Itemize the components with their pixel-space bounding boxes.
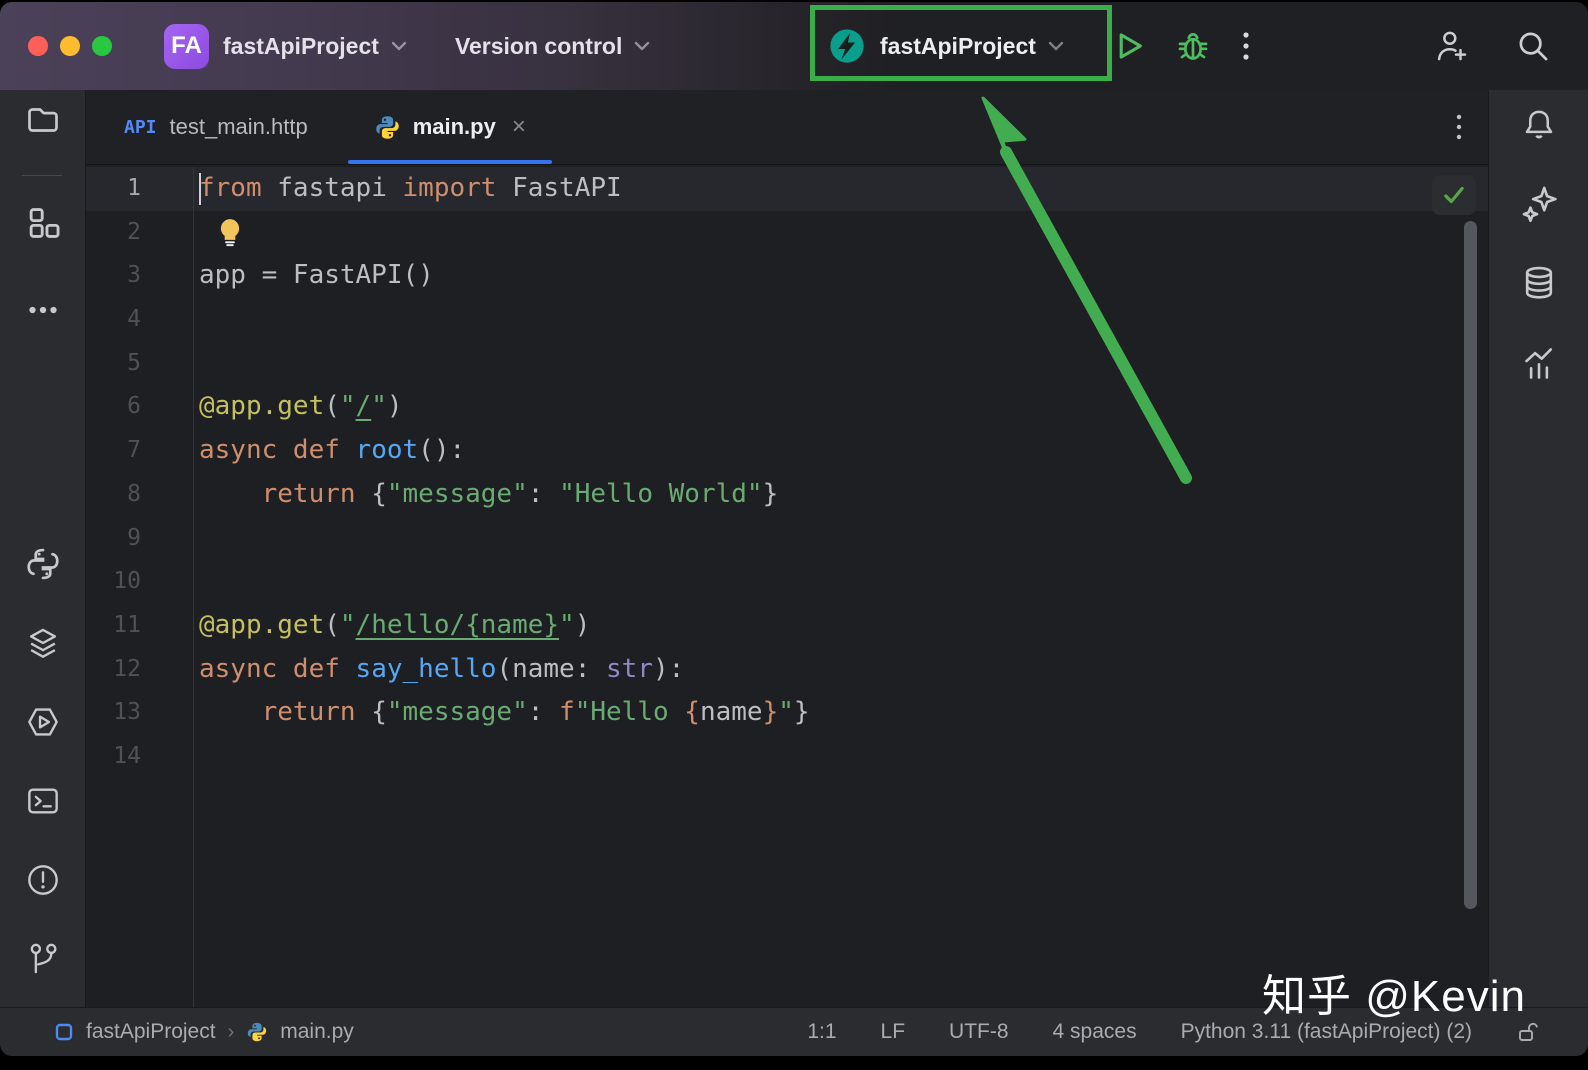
line-number: 10 xyxy=(86,560,141,604)
python-file-icon xyxy=(374,114,401,141)
editor-tab-bar: API test_main.http main.py × xyxy=(86,90,1488,165)
traffic-lights xyxy=(28,36,112,56)
line-number: 8 xyxy=(86,473,141,517)
code-line: app = FastAPI() xyxy=(199,254,1488,298)
line-number: 3 xyxy=(86,254,141,298)
left-tool-window-bar xyxy=(0,90,86,1008)
code-line: return {"message": "Hello World"} xyxy=(199,473,1488,517)
git-branch-icon[interactable] xyxy=(0,940,85,978)
problems-icon[interactable] xyxy=(0,861,85,899)
run-configuration-selector[interactable]: fastApiProject xyxy=(828,2,1066,90)
code-line: async def say_hello(name: str): xyxy=(199,648,1488,692)
zoom-window-button[interactable] xyxy=(92,36,112,56)
line-number: 12 xyxy=(86,648,141,692)
services-icon[interactable] xyxy=(0,703,85,741)
breadcrumb: fastApiProject › main.py xyxy=(54,1020,354,1044)
tab-options-kebab-icon[interactable] xyxy=(1454,90,1464,164)
intention-lightbulb-icon[interactable] xyxy=(199,211,243,255)
python-file-icon xyxy=(246,1021,268,1043)
code-area: from fastapi import FastAPI app = FastAP… xyxy=(194,167,1488,1008)
debug-button[interactable] xyxy=(1176,29,1210,63)
more-actions-kebab-icon[interactable] xyxy=(1240,28,1252,64)
terminal-icon[interactable] xyxy=(0,782,85,820)
editor-scrollbar[interactable] xyxy=(1464,221,1477,909)
toolbar-divider xyxy=(22,175,62,176)
code-line xyxy=(199,735,1488,779)
line-number: 2 xyxy=(86,211,141,255)
code-editor[interactable]: 1234567891011121314 from fastapi import … xyxy=(86,165,1488,1008)
line-number: 5 xyxy=(86,342,141,386)
breadcrumb-file[interactable]: main.py xyxy=(280,1020,354,1044)
line-number: 6 xyxy=(86,385,141,429)
title-bar: FA fastApiProject Version control fastAp… xyxy=(0,2,1588,90)
right-tool-window-bar xyxy=(1488,90,1588,1008)
code-line xyxy=(199,211,1488,255)
encoding-widget[interactable]: UTF-8 xyxy=(949,1020,1009,1044)
code-line xyxy=(199,342,1488,386)
project-folder-icon[interactable] xyxy=(0,102,85,138)
breadcrumb-project[interactable]: fastApiProject xyxy=(86,1020,216,1044)
fastapi-logo-icon xyxy=(828,27,866,65)
caret-position-widget[interactable]: 1:1 xyxy=(807,1020,836,1044)
editor-gutter: 1234567891011121314 xyxy=(86,167,194,1008)
ai-assistant-sparkles-icon[interactable] xyxy=(1489,182,1588,224)
chevron-down-icon xyxy=(389,39,409,53)
structure-icon[interactable] xyxy=(0,204,85,242)
code-line: return {"message": f"Hello {name}"} xyxy=(199,691,1488,735)
endpoints-chart-icon[interactable] xyxy=(1489,342,1588,384)
line-number: 4 xyxy=(86,298,141,342)
project-icon xyxy=(54,1022,74,1042)
code-line: from fastapi import FastAPI xyxy=(199,167,1488,211)
chevron-down-icon xyxy=(1046,39,1066,53)
line-number: 14 xyxy=(86,735,141,779)
more-tool-windows-icon[interactable] xyxy=(0,292,85,328)
line-number: 7 xyxy=(86,429,141,473)
notifications-bell-icon[interactable] xyxy=(1489,105,1588,145)
inspections-widget[interactable] xyxy=(1432,175,1476,215)
chevron-down-icon xyxy=(632,39,652,53)
project-badge[interactable]: FA xyxy=(164,24,209,69)
code-line: @app.get("/hello/{name}") xyxy=(199,604,1488,648)
search-everywhere-icon[interactable] xyxy=(1514,27,1552,65)
run-config-name: fastApiProject xyxy=(880,33,1036,60)
breadcrumb-separator: › xyxy=(228,1021,235,1044)
line-number: 11 xyxy=(86,604,141,648)
line-number: 1 xyxy=(86,167,141,211)
code-line: async def root(): xyxy=(199,429,1488,473)
code-line xyxy=(199,298,1488,342)
minimize-window-button[interactable] xyxy=(60,36,80,56)
code-line xyxy=(199,517,1488,561)
tab-main-py[interactable]: main.py × xyxy=(348,90,552,164)
tab-test-main-http[interactable]: API test_main.http xyxy=(98,90,334,164)
database-icon[interactable] xyxy=(1489,262,1588,304)
run-button[interactable] xyxy=(1112,29,1146,63)
http-file-type-icon: API xyxy=(124,117,157,138)
code-with-me-add-user-icon[interactable] xyxy=(1432,27,1470,65)
python-packages-layers-icon[interactable] xyxy=(0,624,85,662)
active-tab-indicator xyxy=(348,160,552,164)
watermark: 知乎 @Kevin xyxy=(1262,960,1526,1024)
project-name-menu[interactable]: fastApiProject xyxy=(223,33,379,60)
code-line: @app.get("/") xyxy=(199,385,1488,429)
python-console-icon[interactable] xyxy=(0,545,85,583)
line-number: 9 xyxy=(86,517,141,561)
version-control-menu[interactable]: Version control xyxy=(455,33,622,60)
pycharm-window: FA fastApiProject Version control fastAp… xyxy=(0,2,1588,1056)
line-number: 13 xyxy=(86,691,141,735)
code-line xyxy=(199,560,1488,604)
close-window-button[interactable] xyxy=(28,36,48,56)
indent-widget[interactable]: 4 spaces xyxy=(1053,1020,1137,1044)
line-separator-widget[interactable]: LF xyxy=(881,1020,906,1044)
close-tab-icon[interactable]: × xyxy=(512,115,526,139)
